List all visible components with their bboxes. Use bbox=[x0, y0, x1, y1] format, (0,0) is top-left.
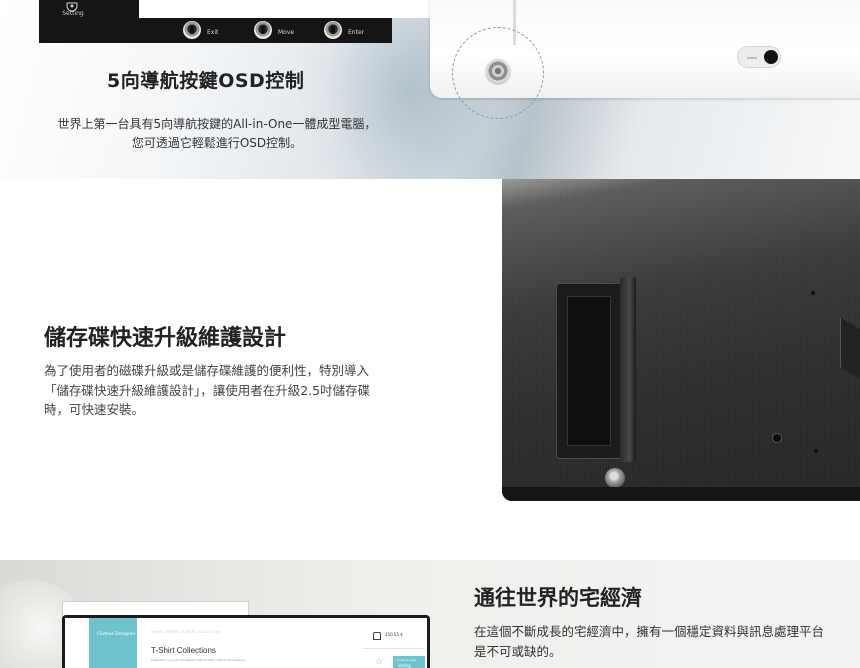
economy-section-title: 通往世界的宅經濟 bbox=[474, 586, 642, 610]
economy-feature-section: Clothes Designer HOME / WOMEN / T-SHIRT … bbox=[0, 560, 860, 668]
switch-grip-icon bbox=[747, 57, 757, 59]
osd-section-description: 世界上第一台具有5向導航按鍵的All-in-One一體成型電腦，您可透過它輕鬆進… bbox=[57, 117, 377, 150]
screen-price: 150.55 $ bbox=[385, 632, 403, 637]
case-screw-hole bbox=[811, 291, 815, 295]
all-in-one-monitor-image: Clothes Designer HOME / WOMEN / T-SHIRT … bbox=[62, 615, 430, 668]
exit-label: Exit bbox=[207, 29, 219, 36]
star-icon: ☆ bbox=[375, 657, 384, 667]
drive-bay-door bbox=[620, 276, 636, 463]
screen-page-title: T-Shirt Collections bbox=[151, 646, 216, 655]
screen-page-subtitle: Collection of youth elongated T-shirts w… bbox=[151, 658, 246, 662]
storage-section-description: 為了使用者的磁碟升級或是儲存碟維護的便利性，特別導入「儲存碟快速升級維護設計」，… bbox=[44, 363, 371, 417]
exit-button-icon bbox=[183, 21, 201, 39]
setting-label: Setting bbox=[62, 10, 84, 17]
enter-label: Enter bbox=[348, 29, 365, 36]
screen-brand: Clothes Designer bbox=[97, 632, 136, 637]
osd-section-title: 5向導航按鍵OSD控制 bbox=[107, 70, 305, 92]
stand-hinge bbox=[840, 317, 860, 391]
osd-screen-preview bbox=[139, 0, 431, 18]
case-bottom-edge bbox=[502, 487, 860, 501]
voting-caption: Creative User bbox=[396, 658, 417, 662]
enter-button-icon bbox=[324, 21, 342, 39]
economy-section-description: 在這個不斷成長的宅經濟中，擁有一個穩定資料與訊息處理平台是不可或缺的。 bbox=[474, 624, 825, 659]
webcam-shutter-switch bbox=[737, 46, 781, 68]
screen-sidebar bbox=[89, 618, 137, 668]
move-button-icon bbox=[254, 21, 272, 39]
osd-control-bar: Setting Exit Move Enter bbox=[39, 0, 431, 43]
storage-bay-product-image bbox=[502, 179, 860, 501]
screen-divider bbox=[363, 648, 425, 649]
cart-icon bbox=[373, 632, 381, 640]
lock-slot-icon bbox=[772, 433, 782, 443]
voting-label: Voting bbox=[398, 663, 411, 668]
screen-breadcrumb: HOME / WOMEN / T-SHIRT COLLECTION bbox=[151, 630, 220, 634]
drive-slot bbox=[567, 296, 611, 446]
storage-section-title: 儲存碟快速升級維護設計 bbox=[44, 326, 287, 351]
osd-feature-section: Setting Exit Move Enter 5向導航按鍵OSD控制 世界上第… bbox=[0, 0, 860, 179]
camera-lens-icon bbox=[764, 50, 778, 64]
joystick-knob-icon bbox=[486, 59, 510, 83]
monitor-screen: Clothes Designer HOME / WOMEN / T-SHIRT … bbox=[65, 618, 427, 668]
move-label: Move bbox=[278, 29, 295, 36]
case-screw-hole bbox=[814, 449, 818, 453]
thumb-screw-icon bbox=[605, 468, 625, 488]
storage-feature-section: 儲存碟快速升級維護設計 為了使用者的磁碟升級或是儲存碟維護的便利性，特別導入「儲… bbox=[0, 179, 860, 560]
